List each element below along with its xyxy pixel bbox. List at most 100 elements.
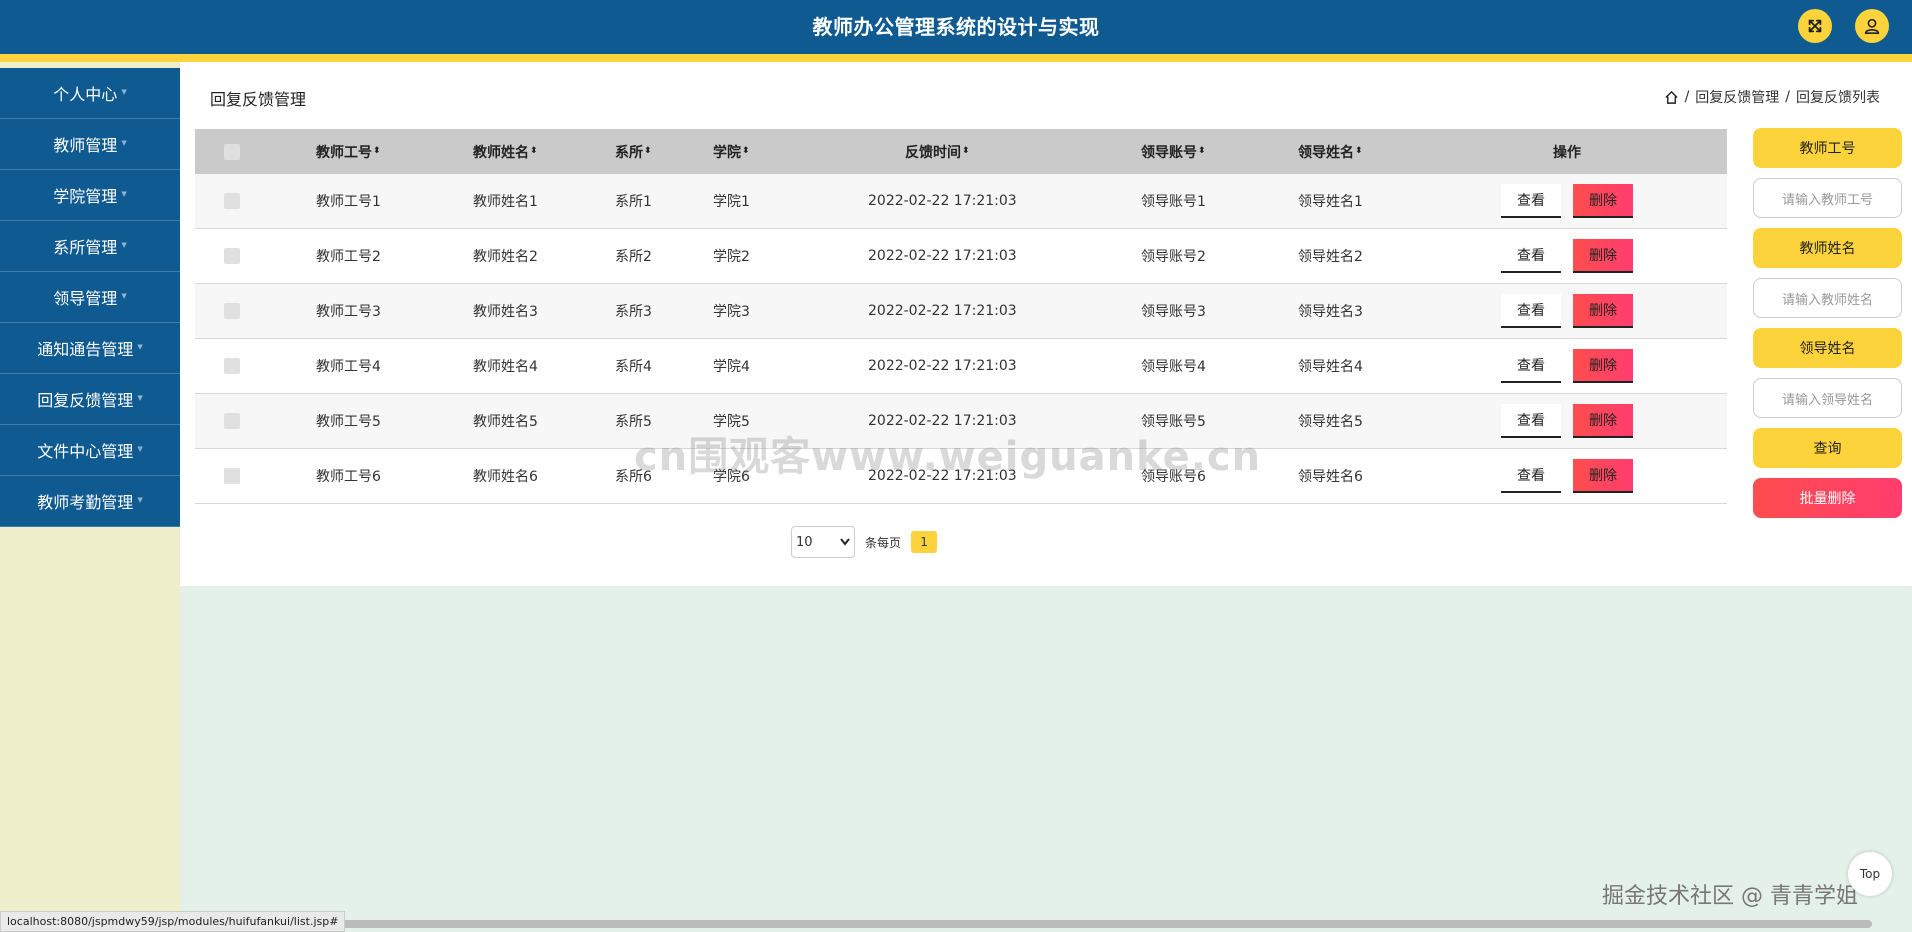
delete-button[interactable]: 删除	[1573, 294, 1633, 328]
select-all-checkbox[interactable]	[224, 143, 240, 160]
table-cell: 教师工号6	[316, 469, 381, 485]
table-cell: 学院3	[713, 304, 750, 320]
table-cell: 教师工号3	[316, 304, 381, 320]
view-button[interactable]: 查看	[1501, 459, 1561, 493]
table-cell: 领导账号1	[1141, 194, 1206, 210]
row-checkbox[interactable]	[224, 193, 240, 209]
back-to-top-button[interactable]: Top	[1848, 852, 1892, 896]
table-cell: 系所4	[615, 359, 652, 375]
table-cell: 领导账号3	[1141, 304, 1206, 320]
status-url: localhost:8080/jspmdwy59/jsp/modules/hui…	[0, 911, 346, 932]
row-select-cell	[224, 339, 240, 393]
page-size-select[interactable]: 10	[791, 526, 855, 558]
sidebar-item-teacher[interactable]: 教师管理 ▼	[0, 119, 180, 170]
leader-name-input[interactable]: 请输入领导姓名	[1753, 378, 1902, 418]
breadcrumb: / 回复反馈管理 / 回复反馈列表	[1664, 87, 1880, 107]
chevron-down-icon: ▼	[137, 343, 143, 351]
batch-delete-button[interactable]: 批量删除	[1753, 478, 1902, 518]
sidebar-item-leader[interactable]: 领导管理 ▼	[0, 272, 180, 323]
sidebar-item-label: 通知通告管理	[37, 340, 134, 359]
table-cell: 系所3	[615, 304, 652, 320]
breadcrumb-item[interactable]: 回复反馈管理	[1695, 87, 1779, 107]
delete-button[interactable]: 删除	[1573, 404, 1633, 438]
sidebar-item-department[interactable]: 系所管理 ▼	[0, 221, 180, 272]
horizontal-scrollbar[interactable]	[330, 920, 1872, 928]
query-button[interactable]: 查询	[1753, 428, 1902, 468]
sort-icon: ⬍	[530, 146, 538, 156]
table-cell: 教师工号1	[316, 194, 381, 210]
column-header-actions: 操作	[1553, 129, 1581, 174]
table-cell: 学院1	[713, 194, 750, 210]
home-icon[interactable]	[1664, 90, 1679, 105]
breadcrumb-separator: /	[1684, 89, 1690, 105]
delete-button[interactable]: 删除	[1573, 349, 1633, 383]
table-cell: 教师工号4	[316, 359, 381, 375]
column-header-leader-name[interactable]: 领导姓名 ⬍	[1298, 129, 1363, 174]
sidebar-item-label: 学院管理	[53, 187, 118, 206]
row-select-cell	[224, 284, 240, 338]
column-header-label: 领导账号	[1141, 144, 1197, 161]
view-cell: 查看	[1501, 174, 1561, 228]
column-header-label: 学院	[713, 144, 741, 161]
column-header-college[interactable]: 学院 ⬍	[713, 129, 750, 174]
teacher-name-input[interactable]: 请输入教师姓名	[1753, 278, 1902, 318]
chevron-down-icon: ▼	[137, 445, 143, 453]
table-row: 教师工号4 教师姓名4 系所4 学院4 2022-02-22 17:21:03 领导账号4…	[195, 339, 1727, 394]
column-header-label: 教师姓名	[473, 144, 529, 161]
row-checkbox[interactable]	[224, 413, 240, 429]
sidebar-item-notice[interactable]: 通知通告管理 ▼	[0, 323, 180, 374]
sidebar-item-personal-center[interactable]: 个人中心 ▼	[0, 68, 180, 119]
column-header-label: 教师工号	[316, 144, 372, 161]
sidebar-item-feedback[interactable]: 回复反馈管理 ▼	[0, 374, 180, 425]
view-button[interactable]: 查看	[1501, 184, 1561, 218]
delete-button[interactable]: 删除	[1573, 459, 1633, 493]
table-cell: 教师姓名6	[473, 469, 538, 485]
delete-cell: 删除	[1573, 174, 1633, 228]
table-cell: 教师工号2	[316, 249, 381, 265]
view-cell: 查看	[1501, 339, 1561, 393]
row-checkbox[interactable]	[224, 468, 240, 484]
sort-icon: ⬍	[742, 146, 750, 156]
breadcrumb-item: 回复反馈列表	[1796, 90, 1880, 106]
view-button[interactable]: 查看	[1501, 294, 1561, 328]
chevron-down-icon: ▼	[137, 496, 143, 504]
table-cell: 领导姓名1	[1298, 194, 1363, 210]
view-cell: 查看	[1501, 229, 1561, 283]
column-header-department[interactable]: 系所 ⬍	[615, 129, 652, 174]
table-header: 教师工号 ⬍ 教师姓名 ⬍ 系所 ⬍ 学院 ⬍ 反馈时间 ⬍ 领导账号 ⬍ 领导姓名 ⬍ 操作	[195, 129, 1727, 174]
table-cell: 领导姓名6	[1298, 469, 1363, 485]
delete-button[interactable]: 删除	[1573, 184, 1633, 218]
sidebar-item-college[interactable]: 学院管理 ▼	[0, 170, 180, 221]
column-header-teacher-name[interactable]: 教师姓名 ⬍	[473, 129, 538, 174]
table-cell: 学院4	[713, 359, 750, 375]
table-cell: 教师姓名3	[473, 304, 538, 320]
user-button[interactable]	[1855, 9, 1889, 43]
watermark: cn围观客www.weiguanke.cn	[634, 434, 1262, 480]
sort-icon: ⬍	[644, 146, 652, 156]
column-header-leader-account[interactable]: 领导账号 ⬍	[1141, 129, 1206, 174]
table-cell: 教师姓名4	[473, 359, 538, 375]
view-button[interactable]: 查看	[1501, 239, 1561, 273]
table-row: 教师工号2 教师姓名2 系所2 学院2 2022-02-22 17:21:03 领导账号2…	[195, 229, 1727, 284]
sidebar-item-files[interactable]: 文件中心管理 ▼	[0, 425, 180, 476]
sidebar-item-attendance[interactable]: 教师考勤管理 ▼	[0, 476, 180, 527]
fullscreen-button[interactable]	[1798, 9, 1832, 43]
table-cell: 领导姓名2	[1298, 249, 1363, 265]
row-checkbox[interactable]	[224, 358, 240, 374]
row-checkbox[interactable]	[224, 248, 240, 264]
row-checkbox[interactable]	[224, 303, 240, 319]
table-cell: 领导账号2	[1141, 249, 1206, 265]
sidebar-item-label: 个人中心	[53, 85, 118, 104]
teacher-id-input[interactable]: 请输入教师工号	[1753, 178, 1902, 218]
header-stripe	[0, 54, 1912, 62]
column-header-teacher-id[interactable]: 教师工号 ⬍	[316, 129, 381, 174]
row-select-cell	[224, 449, 240, 503]
delete-button[interactable]: 删除	[1573, 239, 1633, 273]
view-button[interactable]: 查看	[1501, 404, 1561, 438]
page-size-label: 条每页	[865, 535, 902, 550]
view-button[interactable]: 查看	[1501, 349, 1561, 383]
view-cell: 查看	[1501, 284, 1561, 338]
column-header-feedback-time[interactable]: 反馈时间 ⬍	[905, 129, 970, 174]
delete-cell: 删除	[1573, 339, 1633, 393]
page-number-current[interactable]: 1	[911, 531, 938, 553]
